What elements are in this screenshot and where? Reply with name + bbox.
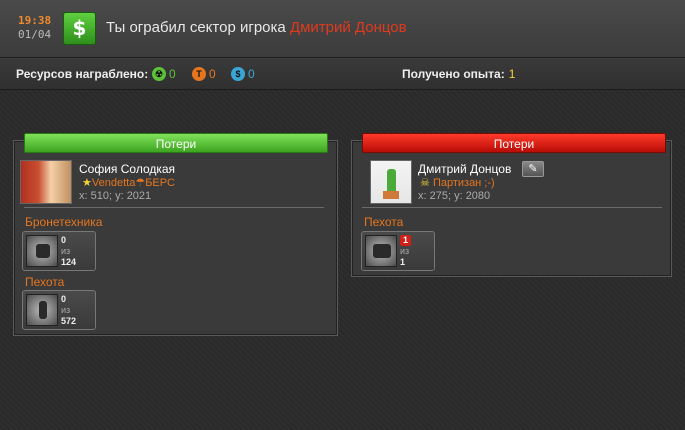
unit-lost: 0 — [61, 235, 67, 245]
defender-coords[interactable]: x: 275; y: 2080 — [418, 190, 490, 202]
infantry-spider-icon — [365, 235, 397, 267]
defender-losses-panel: Потери Дмитрий Донцов ✎ ☠ Партизан ;-) x… — [351, 133, 672, 277]
dollar-icon: $ — [231, 66, 245, 81]
date-text: 01/04 — [18, 28, 52, 41]
experience-label: Получено опыта: 1 — [402, 67, 515, 81]
resource-titanium: T0 — [192, 66, 216, 82]
armored-vehicle-icon — [26, 235, 58, 267]
unit-lost: 0 — [61, 294, 67, 304]
attacker-coords[interactable]: x: 510; y: 2021 — [79, 190, 151, 202]
skull-icon: ☠ — [420, 177, 430, 189]
unit-of: из — [61, 246, 71, 256]
category-infantry: Пехота — [25, 275, 65, 289]
resource-radiation: ☢ 0 — [152, 66, 176, 82]
category-infantry: Пехота — [364, 215, 404, 229]
titanium-icon: T — [192, 66, 206, 81]
alliance-name: Vendetta — [91, 177, 136, 189]
alliance-suffix: БЕРС — [145, 177, 175, 189]
unit-card-infantry[interactable]: 0 из 572 — [22, 290, 96, 330]
radiation-value: 0 — [169, 66, 176, 81]
radiation-icon: ☢ — [152, 66, 166, 81]
category-armor: Бронетехника — [25, 215, 103, 229]
attacker-name[interactable]: София Солодкая — [79, 162, 175, 176]
title-message: Ты ограбил сектор игрока — [106, 19, 290, 36]
resource-dollar: $0 — [231, 66, 255, 82]
defender-alliance[interactable]: ☠ Партизан ;-) — [420, 176, 495, 189]
unit-of: из — [61, 305, 71, 315]
unit-total: 124 — [61, 257, 77, 267]
unit-of: из — [400, 246, 410, 256]
lost-badge: 1 — [400, 235, 412, 246]
unit-total: 1 — [400, 257, 406, 267]
stats-bar: Ресурсов награблено: ☢ 0 T0 $0 Получено о… — [0, 58, 685, 90]
divider — [24, 207, 324, 208]
player-avatar[interactable] — [20, 160, 72, 204]
star-icon: ★ — [82, 177, 92, 189]
unit-card-infantry[interactable]: 1 из 1 — [361, 231, 435, 271]
infantry-icon — [26, 294, 58, 326]
notification-header: 19:38 01/04 $ Ты ограбил сектор игрока Д… — [0, 0, 685, 58]
defender-name[interactable]: Дмитрий Донцов — [418, 162, 511, 176]
dollar-value: 0 — [248, 66, 255, 81]
divider — [362, 207, 662, 208]
edit-icon[interactable]: ✎ — [522, 161, 544, 177]
unit-lost: 1 — [400, 235, 412, 246]
victim-link[interactable]: Дмитрий Донцов — [290, 19, 407, 36]
attacker-losses-header: Потери — [24, 133, 328, 153]
mushroom-icon: ☂ — [135, 177, 146, 189]
titanium-value: 0 — [209, 66, 216, 81]
unit-total: 572 — [61, 316, 77, 326]
alliance-name: Партизан ;-) — [432, 177, 495, 189]
experience-label-text: Получено опыта: — [402, 67, 505, 81]
money-robbery-icon: $ — [63, 12, 96, 45]
experience-value: 1 — [508, 67, 516, 81]
time-text: 19:38 — [18, 14, 52, 27]
resources-label: Ресурсов награблено: — [16, 67, 149, 81]
page-title: Ты ограбил сектор игрока Дмитрий Донцов — [106, 19, 407, 36]
player-avatar[interactable] — [370, 160, 412, 204]
attacker-losses-panel: Потери София Солодкая ★Vendetta☂БЕРС x: … — [13, 133, 338, 336]
defender-losses-header: Потери — [362, 133, 666, 153]
unit-card-armor[interactable]: 0 из 124 — [22, 231, 96, 271]
attacker-alliance[interactable]: ★Vendetta☂БЕРС — [82, 176, 175, 189]
timestamp: 19:38 01/04 — [18, 14, 51, 42]
